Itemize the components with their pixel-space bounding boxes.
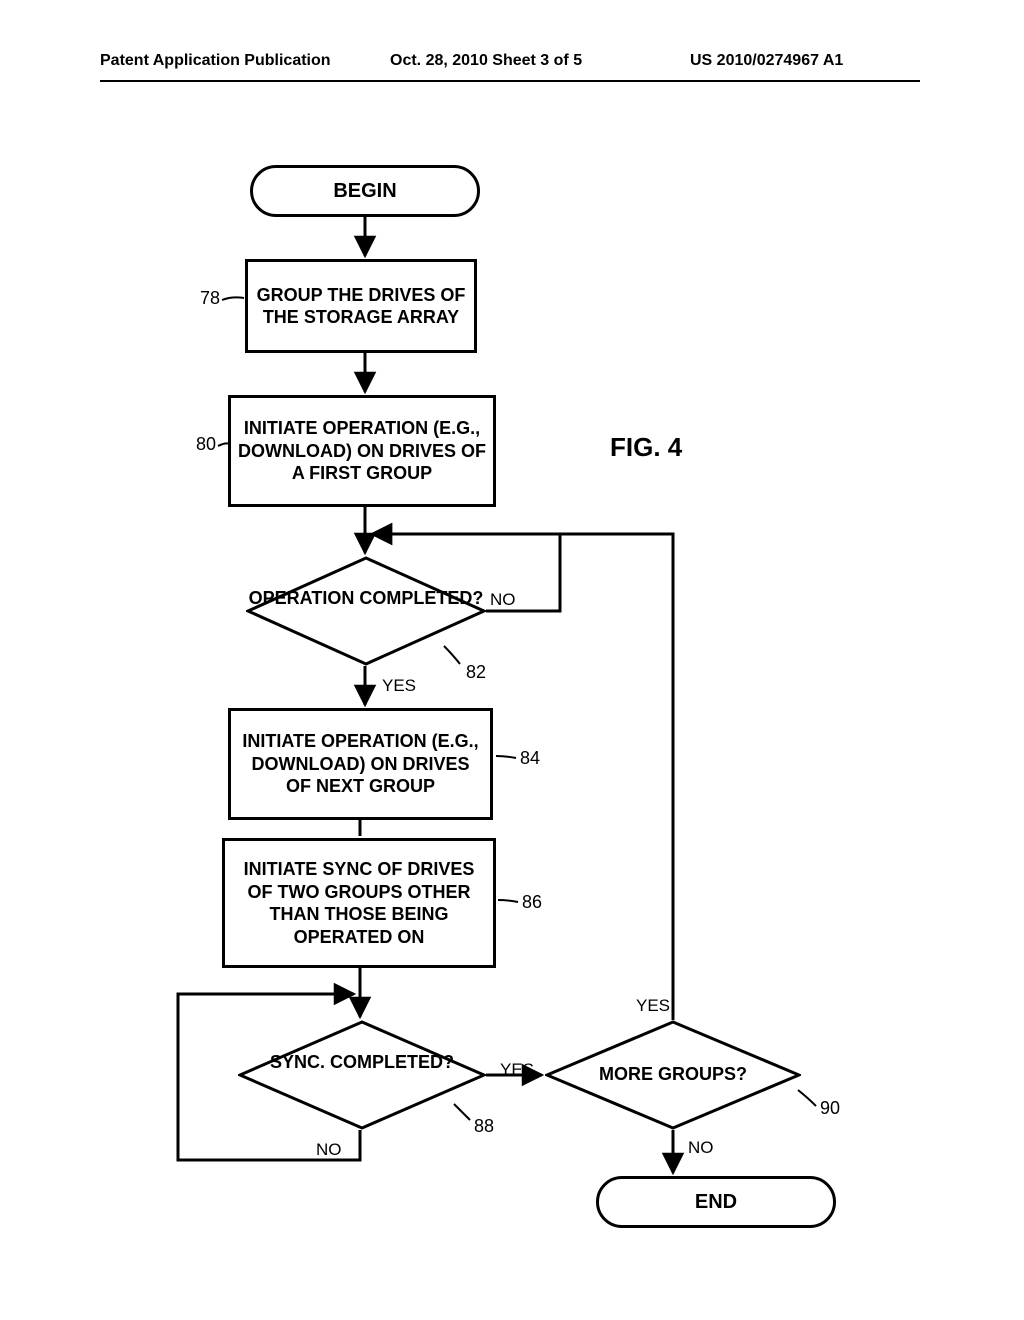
decision-operation-completed: OPERATION COMPLETED? <box>246 556 486 666</box>
ref-88: 88 <box>474 1116 494 1137</box>
ref-82: 82 <box>466 662 486 683</box>
decision-90-text: MORE GROUPS? <box>545 1064 801 1086</box>
edge-no-82: NO <box>490 590 516 610</box>
figure-label: FIG. 4 <box>610 432 682 463</box>
header-left: Patent Application Publication <box>100 52 331 70</box>
edge-yes-90: YES <box>636 996 670 1016</box>
terminator-begin: BEGIN <box>250 165 480 217</box>
header-rule <box>100 80 920 82</box>
process-group-drives: GROUP THE DRIVES OF THE STORAGE ARRAY <box>245 259 477 353</box>
edge-no-88: NO <box>316 1140 342 1160</box>
process-initiate-first-group: INITIATE OPERATION (E.G., DOWNLOAD) ON D… <box>228 395 496 507</box>
header-right: US 2010/0274967 A1 <box>690 52 843 70</box>
page: Patent Application Publication Oct. 28, … <box>0 0 1024 1320</box>
ref-90: 90 <box>820 1098 840 1119</box>
ref-leaders <box>0 0 1024 1320</box>
ref-78: 78 <box>200 288 220 309</box>
process-initiate-sync: INITIATE SYNC OF DRIVES OF TWO GROUPS OT… <box>222 838 496 968</box>
ref-80: 80 <box>196 434 216 455</box>
decision-more-groups: MORE GROUPS? <box>545 1020 801 1130</box>
edge-yes-82: YES <box>382 676 416 696</box>
decision-sync-completed: SYNC. COMPLETED? <box>238 1020 486 1130</box>
decision-82-text: OPERATION COMPLETED? <box>246 588 486 610</box>
ref-84: 84 <box>520 748 540 769</box>
header-center: Oct. 28, 2010 Sheet 3 of 5 <box>390 52 582 70</box>
ref-86: 86 <box>522 892 542 913</box>
terminator-end: END <box>596 1176 836 1228</box>
flow-arrows <box>0 0 1024 1320</box>
edge-yes-88: YES <box>500 1060 534 1080</box>
edge-no-90: NO <box>688 1138 714 1158</box>
process-initiate-next-group: INITIATE OPERATION (E.G., DOWNLOAD) ON D… <box>228 708 493 820</box>
decision-88-text: SYNC. COMPLETED? <box>238 1052 486 1074</box>
